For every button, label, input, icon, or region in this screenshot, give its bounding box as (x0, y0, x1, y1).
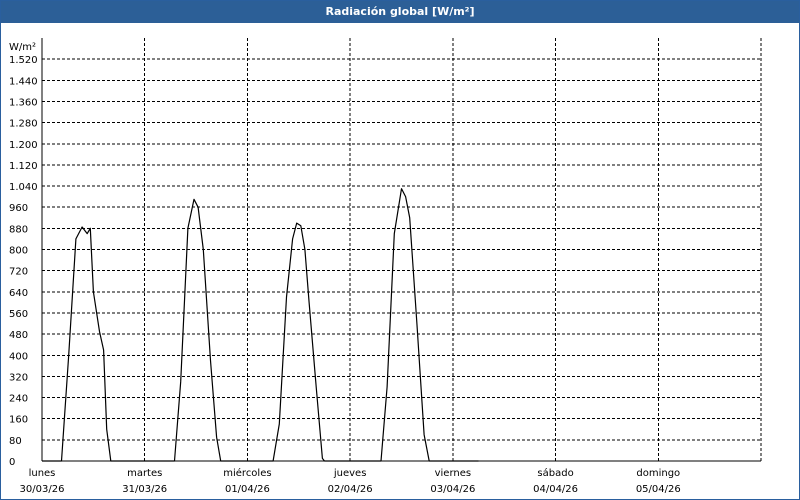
y-tick-label: 1.440 (9, 76, 38, 87)
y-tick-label: 480 (9, 330, 28, 341)
x-tick-day: sábado (537, 467, 573, 479)
y-tick-label: 720 (9, 267, 28, 278)
x-tick-date: 31/03/26 (122, 484, 167, 495)
x-tick-day: martes (127, 468, 162, 479)
y-tick-label: 320 (9, 372, 28, 383)
y-tick-label: 400 (9, 351, 28, 362)
x-tick-day: miércoles (223, 467, 271, 479)
y-tick-label: 960 (9, 203, 28, 214)
x-tick-day: viernes (435, 468, 471, 479)
y-tick-label: 240 (9, 394, 28, 405)
x-tick-date: 01/04/26 (225, 484, 270, 495)
y-tick-label: 1.040 (9, 182, 38, 193)
x-tick-date: 03/04/26 (430, 484, 475, 495)
y-tick-label: 1.200 (9, 140, 38, 151)
window-title: Radiación global [W/m²] (1, 1, 799, 23)
y-axis-unit: W/m² (9, 42, 36, 53)
x-tick-date: 30/03/26 (20, 484, 65, 495)
x-tick-day: domingo (636, 468, 680, 479)
y-tick-label: 560 (9, 309, 28, 320)
y-tick-label: 640 (9, 288, 28, 299)
x-tick-date: 05/04/26 (636, 484, 681, 495)
y-tick-label: 160 (9, 415, 28, 426)
y-tick-label: 1.280 (9, 119, 38, 130)
y-tick-label: 800 (9, 246, 28, 257)
x-tick-date: 04/04/26 (533, 484, 578, 495)
y-tick-label: 1.120 (9, 161, 38, 172)
x-tick-day: jueves (333, 468, 367, 479)
x-tick-date: 02/04/26 (328, 484, 373, 495)
radiation-series-line (42, 188, 479, 462)
y-tick-label: 880 (9, 224, 28, 235)
y-tick-label: 80 (9, 436, 22, 447)
x-tick-day: lunes (29, 468, 56, 479)
chart-window: Radiación global [W/m²] 0 80 160 240 320 400 4… (0, 0, 800, 500)
y-tick-label: 1.520 (9, 55, 38, 66)
y-tick-label: 0 (9, 457, 15, 468)
y-tick-label: 1.360 (9, 97, 38, 108)
radiation-chart: 0 80 160 240 320 400 480 560 640 720 800 880 960 1.04… (9, 38, 762, 495)
